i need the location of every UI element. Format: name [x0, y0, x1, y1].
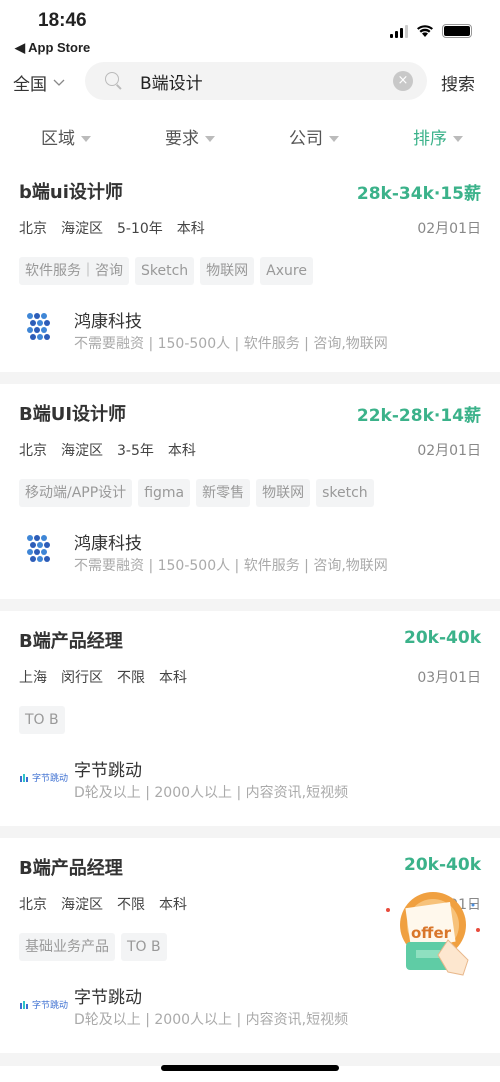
education: 本科: [167, 443, 196, 459]
battery-icon: [442, 24, 472, 38]
job-meta: 北京 海淀区 不限 本科: [19, 894, 187, 914]
company-logo: 字节跳动: [20, 771, 68, 784]
company-logo: [27, 313, 50, 340]
back-to-app-store[interactable]: ◀ App Store: [15, 40, 90, 56]
experience: 不限: [117, 897, 145, 913]
city: 北京: [19, 221, 47, 237]
signal-icon: [390, 24, 408, 38]
post-date: 02月01日: [417, 443, 481, 459]
education: 本科: [159, 670, 187, 686]
tag: TO B: [19, 706, 65, 734]
company-info: 不需要融资 | 150-500人 | 软件服务 | 咨询,物联网: [74, 336, 388, 352]
tag: 新零售: [196, 479, 251, 507]
education: 本科: [159, 897, 187, 913]
job-title: B端UI设计师: [19, 404, 127, 425]
job-title: B端产品经理: [19, 858, 123, 879]
salary: 20k-40k: [404, 628, 481, 648]
salary: 20k-40k: [404, 855, 481, 875]
salary: 22k-28k·14薪: [356, 406, 481, 426]
district: 海淀区: [61, 221, 103, 237]
caret-down-icon: [81, 136, 91, 142]
tag-list: 基础业务产品 TO B: [19, 933, 167, 961]
city: 北京: [19, 443, 47, 459]
tag: sketch: [316, 479, 374, 507]
clear-icon[interactable]: ×: [393, 71, 413, 91]
post-date: 02月01日: [417, 221, 481, 237]
tag: 物联网: [200, 257, 255, 285]
city: 北京: [19, 897, 47, 913]
district: 海淀区: [61, 897, 103, 913]
bytedance-logo-icon: [20, 1001, 28, 1009]
home-indicator[interactable]: [161, 1065, 339, 1071]
filter-company[interactable]: 公司: [256, 124, 372, 149]
tag: figma: [138, 479, 191, 507]
city: 上海: [19, 670, 47, 686]
job-title: B端产品经理: [19, 631, 123, 652]
job-card[interactable]: b端ui设计师 28k-34k·15薪北京 海淀区 5-10年 本科 02月01日软件服务…: [0, 162, 500, 372]
experience: 5-10年: [117, 221, 163, 237]
company-name[interactable]: 字节跳动: [74, 983, 142, 1008]
region-selector[interactable]: 全国: [13, 70, 65, 95]
status-time: 18:46: [38, 10, 87, 31]
bytedance-logo-icon: [20, 774, 28, 782]
filter-sort[interactable]: 排序: [380, 124, 496, 149]
job-card[interactable]: B端产品经理 20k-40k 上海 闵行区 不限 本科 03月01日 TO B 字节跳动 字节跳动…: [0, 611, 500, 826]
search-box: ×: [85, 62, 427, 100]
company-logo: [27, 535, 50, 562]
company-info: D轮及以上 | 2000人以上 | 内容资讯,短视频: [74, 1012, 349, 1028]
district: 闵行区: [61, 670, 103, 686]
tag: 物联网: [256, 479, 311, 507]
chevron-down-icon: [53, 79, 65, 86]
filter-requirements[interactable]: 要求: [132, 124, 248, 149]
region-label: 全国: [13, 75, 47, 95]
status-icons: [390, 24, 472, 38]
tag-list: 移动端/APP设计 figma 新零售 物联网 sketch: [19, 479, 374, 507]
job-card[interactable]: B端UI设计师 22k-28k·14薪北京 海淀区 3-5年 本科 02月01日移动端/A…: [0, 384, 500, 599]
filter-region[interactable]: 区域: [8, 124, 124, 149]
wifi-icon: [417, 25, 433, 37]
tag: TO B: [121, 933, 167, 961]
caret-down-icon: [205, 136, 215, 142]
job-meta: 北京 海淀区 5-10年 本科: [19, 218, 205, 238]
search-icon: [105, 72, 119, 86]
company-info: 不需要融资 | 150-500人 | 软件服务 | 咨询,物联网: [74, 558, 388, 574]
filter-bar: 区域 要求 公司 排序: [0, 124, 500, 149]
company-name[interactable]: 鸿康科技: [74, 529, 142, 554]
header: 18:46 ◀ App Store 全国 × 搜索 区域 要求 公司 排序: [0, 0, 500, 162]
search-button[interactable]: 搜索: [441, 70, 475, 95]
post-date: 03月01日: [417, 670, 481, 686]
tag: Axure: [260, 257, 313, 285]
district: 海淀区: [61, 443, 103, 459]
company-name[interactable]: 字节跳动: [74, 756, 142, 781]
tag: Sketch: [135, 257, 195, 285]
experience: 3-5年: [117, 443, 154, 459]
tag: 移动端/APP设计: [19, 479, 133, 507]
company-logo: 字节跳动: [20, 998, 68, 1011]
experience: 不限: [117, 670, 145, 686]
search-input[interactable]: [140, 68, 380, 94]
offer-badge[interactable]: offer: [378, 880, 488, 980]
caret-down-icon: [329, 136, 339, 142]
tag: 基础业务产品: [19, 933, 115, 961]
company-name[interactable]: 鸿康科技: [74, 307, 142, 332]
job-title: b端ui设计师: [19, 182, 123, 203]
job-meta: 北京 海淀区 3-5年 本科: [19, 440, 196, 460]
tag-list: 软件服务｜咨询 Sketch 物联网 Axure: [19, 257, 313, 285]
svg-text:offer: offer: [411, 924, 452, 942]
company-info: D轮及以上 | 2000人以上 | 内容资讯,短视频: [74, 785, 349, 801]
education: 本科: [176, 221, 205, 237]
caret-down-icon: [453, 136, 463, 142]
salary: 28k-34k·15薪: [356, 184, 481, 204]
job-meta: 上海 闵行区 不限 本科: [19, 667, 187, 687]
tag: 软件服务｜咨询: [19, 257, 129, 285]
tag-list: TO B: [19, 706, 65, 734]
